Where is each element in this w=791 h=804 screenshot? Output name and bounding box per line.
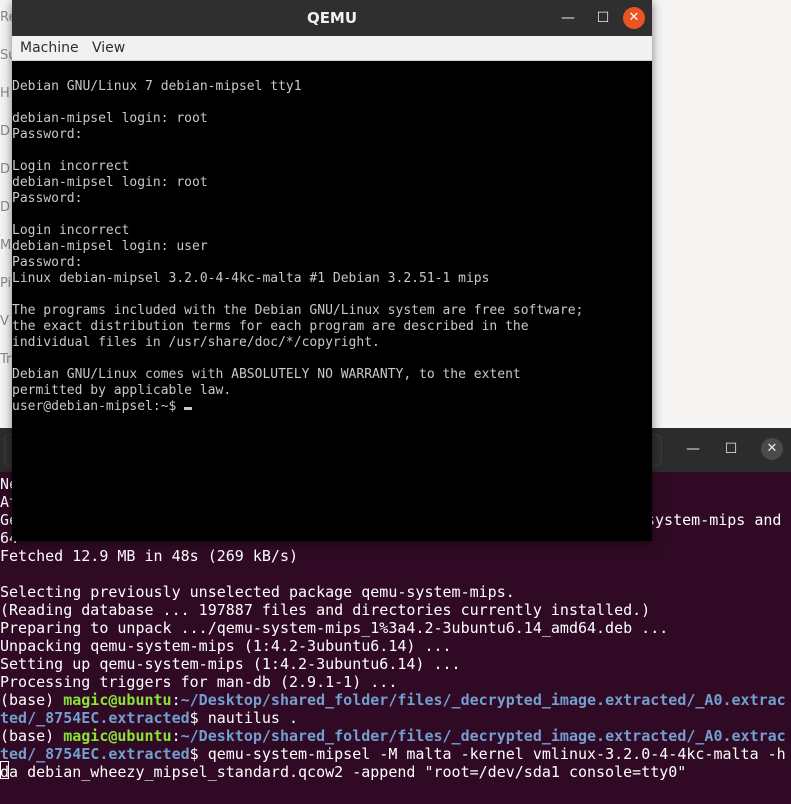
minimize-icon[interactable]: — — [557, 7, 579, 29]
terminal-cursor — [0, 761, 9, 779]
terminal-line: Unpacking qemu-system-mips (1:4.2-3ubunt… — [0, 637, 452, 655]
background-sidebar-item[interactable]: V — [0, 314, 9, 329]
terminal-prompt-line: (base) magic@ubuntu:~/Desktop/shared_fol… — [0, 691, 786, 709]
background-sidebar-item[interactable]: H — [0, 86, 10, 101]
qemu-console-screen[interactable]: Debian GNU/Linux 7 debian-mipsel tty1 de… — [12, 61, 652, 541]
menu-view[interactable]: View — [92, 36, 125, 61]
console-prompt: user@debian-mipsel:~$ — [12, 399, 185, 414]
terminal-command: nautilus . — [207, 709, 299, 727]
terminal-line: Selecting previously unselected package … — [0, 583, 515, 601]
terminal-line: Preparing to unpack .../qemu-system-mips… — [0, 619, 669, 637]
terminal-command: qemu-system-mipsel -M malta -kernel vmli… — [207, 745, 786, 763]
console-line: Login incorrect — [12, 223, 130, 238]
console-line: the exact distribution terms for each pr… — [12, 319, 529, 334]
background-sidebar-item[interactable]: M — [0, 238, 11, 253]
background-sidebar-item[interactable]: Pi — [0, 276, 11, 291]
background-sidebar-item[interactable]: D — [0, 200, 10, 215]
background-sidebar-item[interactable]: D — [0, 124, 10, 139]
terminal-line-fragment: system-mips and — [646, 511, 782, 529]
console-line: Password: — [12, 127, 83, 142]
maximize-icon[interactable]: ☐ — [592, 7, 614, 29]
terminal-prompt-line: ted/_8754EC.extracted$ nautilus . — [0, 709, 298, 727]
console-prompt-line: user@debian-mipsel:~$ — [12, 399, 193, 415]
terminal-line: Setting up qemu-system-mips (1:4.2-3ubun… — [0, 655, 461, 673]
prompt-path: ~/Desktop/shared_folder/files/_decrypted… — [180, 727, 786, 745]
console-line: debian-mipsel login: root — [12, 111, 208, 126]
close-icon[interactable]: ✕ — [623, 7, 645, 29]
terminal-command-continuation: da debian_wheezy_mipsel_standard.qcow2 -… — [0, 763, 687, 781]
console-line: Password: — [12, 255, 83, 270]
console-line: individual files in /usr/share/doc/*/cop… — [12, 335, 380, 350]
prompt-separator: : — [171, 727, 181, 745]
terminal-prompt-line: (base) magic@ubuntu:~/Desktop/shared_fol… — [0, 727, 786, 745]
prompt-path: ~/Desktop/shared_folder/files/_decrypted… — [180, 691, 786, 709]
maximize-icon[interactable]: ☐ — [720, 438, 742, 460]
background-sidebar-item[interactable]: Tr — [0, 352, 11, 367]
prompt-user-host: magic@ubuntu — [63, 691, 172, 709]
prompt-path: ted/_8754EC.extracted — [0, 709, 190, 727]
prompt-dollar: $ — [189, 745, 208, 763]
prompt-env: (base) — [0, 691, 64, 709]
background-sidebar-item[interactable]: D — [0, 162, 10, 177]
qemu-window: QEMU — ☐ ✕ Machine View Debian GNU/Linux… — [12, 0, 652, 541]
prompt-dollar: $ — [189, 709, 208, 727]
console-cursor — [184, 407, 193, 410]
console-line: Debian GNU/Linux 7 debian-mipsel tty1 — [12, 79, 302, 94]
prompt-path: ted/_8754EC.extracted — [0, 745, 190, 763]
terminal-line: Fetched 12.9 MB in 48s (269 kB/s) — [0, 547, 299, 565]
window-title: QEMU — [306, 9, 358, 27]
console-line: Login incorrect — [12, 159, 130, 174]
console-line: debian-mipsel login: root — [12, 175, 208, 190]
terminal-line: Processing triggers for man-db (2.9.1-1)… — [0, 673, 398, 691]
console-line: Debian GNU/Linux comes with ABSOLUTELY N… — [12, 367, 521, 382]
console-line: Password: — [12, 191, 83, 206]
prompt-user-host: magic@ubuntu — [63, 727, 172, 745]
console-line: Linux debian-mipsel 3.2.0-4-4kc-malta #1… — [12, 271, 490, 286]
terminal-prompt-line: ted/_8754EC.extracted$ qemu-system-mipse… — [0, 745, 786, 763]
qemu-menubar: Machine View — [12, 36, 652, 61]
console-line: The programs included with the Debian GN… — [12, 303, 584, 318]
prompt-separator: : — [171, 691, 181, 709]
prompt-env: (base) — [0, 727, 64, 745]
menu-machine[interactable]: Machine — [20, 36, 79, 61]
qemu-titlebar[interactable]: QEMU — ☐ ✕ — [12, 0, 652, 36]
console-line: permitted by applicable law. — [12, 383, 232, 398]
close-icon[interactable]: ✕ — [761, 438, 783, 460]
console-line: debian-mipsel login: user — [12, 239, 208, 254]
minimize-icon[interactable]: — — [682, 438, 704, 460]
terminal-line: (Reading database ... 197887 files and d… — [0, 601, 651, 619]
